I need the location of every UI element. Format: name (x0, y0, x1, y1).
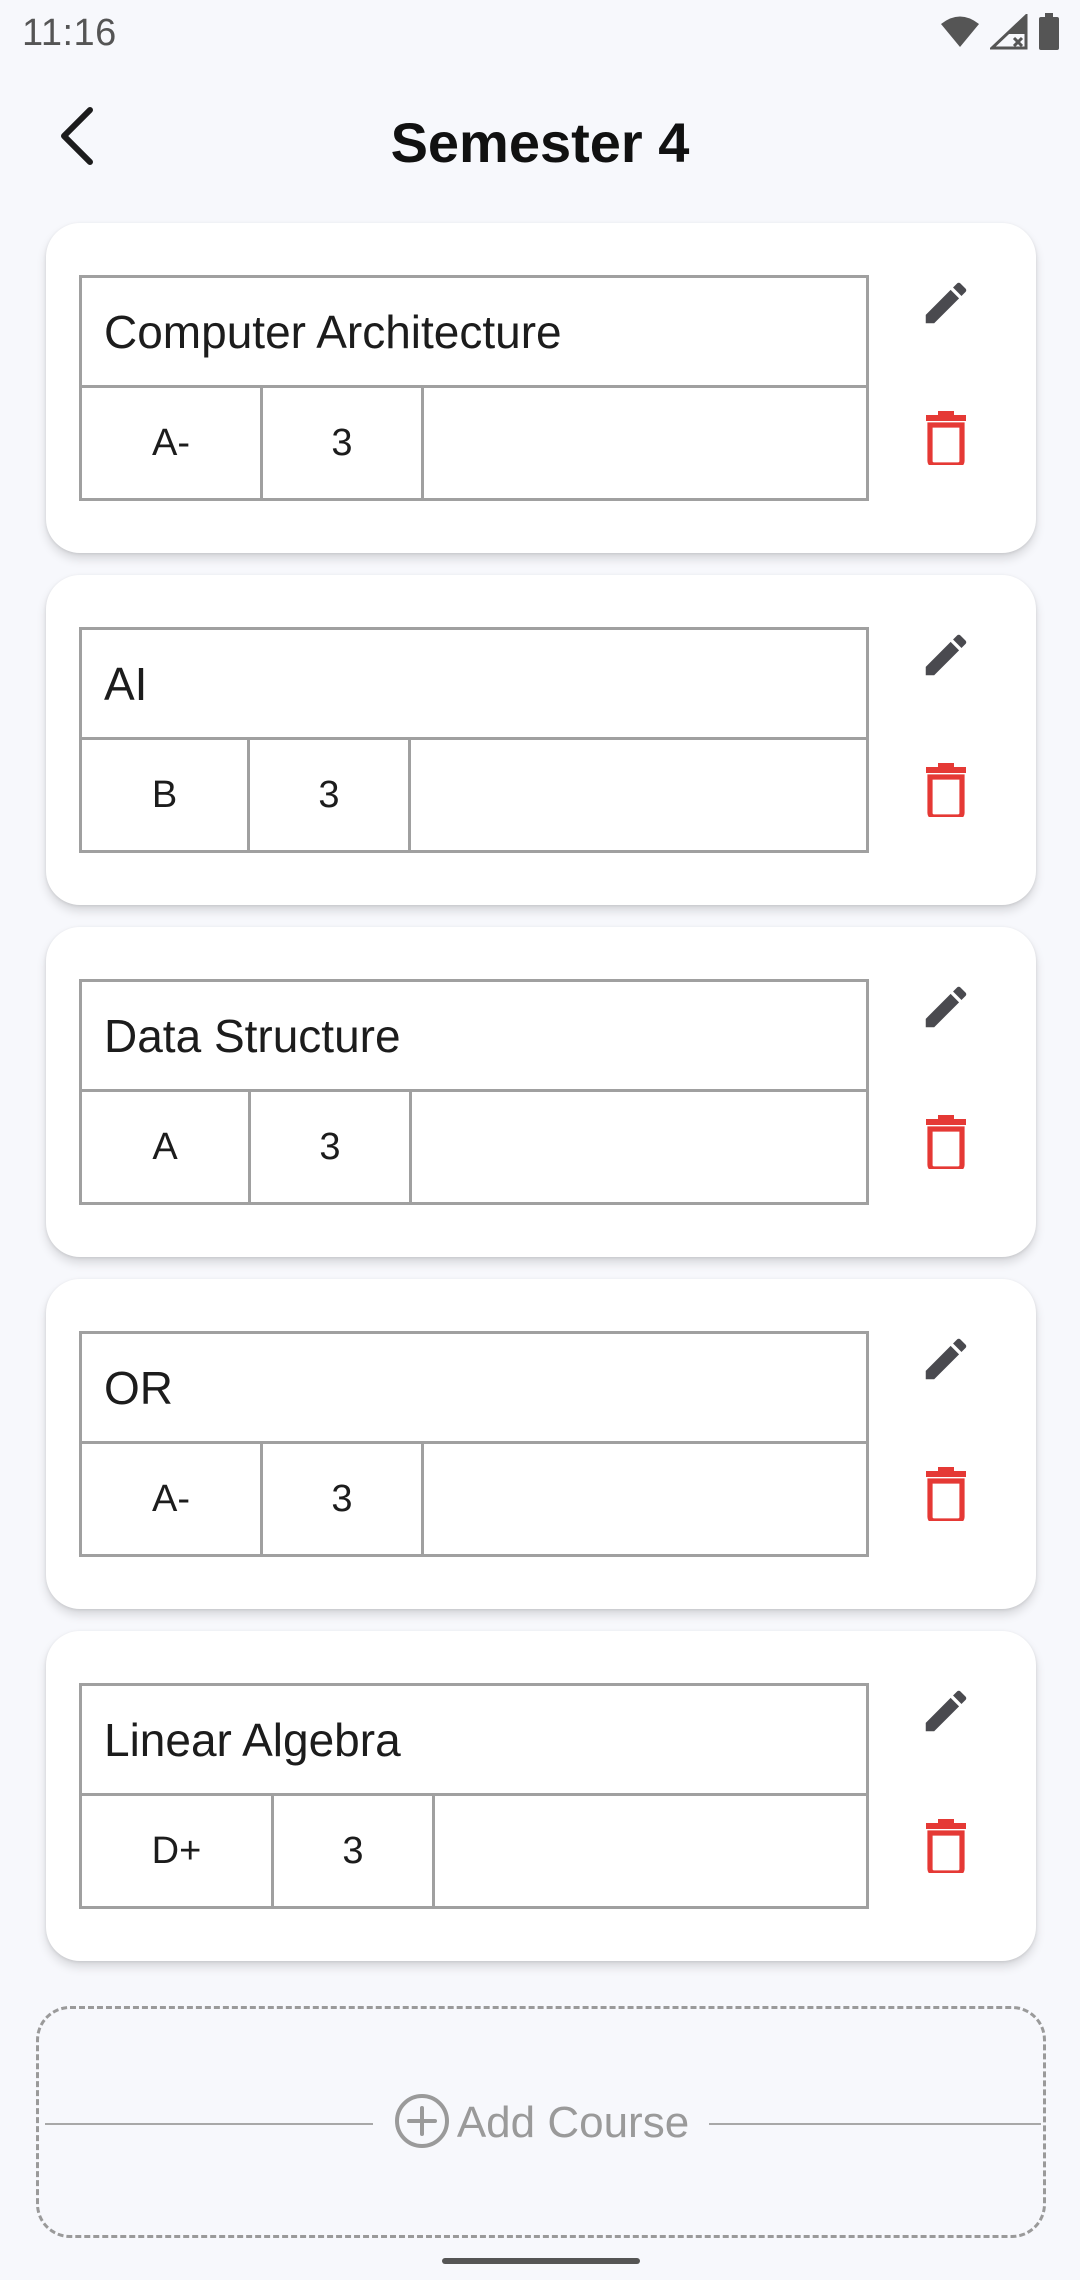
course-grade: A (82, 1092, 251, 1202)
pencil-icon (919, 1684, 973, 1743)
course-card: OR A- 3 (46, 1279, 1036, 1609)
cellular-signal-icon (988, 12, 1028, 55)
course-card: Linear Algebra D+ 3 (46, 1631, 1036, 1961)
course-name: Linear Algebra (82, 1686, 866, 1796)
course-note (424, 1444, 866, 1554)
trash-icon (922, 409, 970, 470)
pencil-icon (919, 628, 973, 687)
course-card: Computer Architecture A- 3 (46, 223, 1036, 553)
course-card: AI B 3 (46, 575, 1036, 905)
status-bar: 11:16 (0, 0, 1080, 66)
battery-icon (1038, 12, 1060, 56)
pencil-icon (919, 980, 973, 1039)
course-credits: 3 (250, 740, 411, 850)
delete-course-button[interactable] (906, 1455, 986, 1535)
delete-course-button[interactable] (906, 1103, 986, 1183)
add-course-button[interactable]: Add Course (36, 2006, 1046, 2238)
course-name: Data Structure (82, 982, 866, 1092)
trash-icon (922, 1113, 970, 1174)
course-grade: A- (82, 388, 263, 498)
course-credits: 3 (251, 1092, 412, 1202)
course-credits: 3 (263, 1444, 424, 1554)
course-details-row: B 3 (82, 740, 866, 850)
course-card: Data Structure A 3 (46, 927, 1036, 1257)
pencil-icon (919, 276, 973, 335)
course-credits: 3 (263, 388, 424, 498)
course-name: OR (82, 1334, 866, 1444)
delete-course-button[interactable] (906, 751, 986, 831)
delete-course-button[interactable] (906, 399, 986, 479)
edit-course-button[interactable] (906, 1321, 986, 1401)
course-details-row: A 3 (82, 1092, 866, 1202)
app-bar: Semester 4 (0, 80, 1080, 205)
edit-course-button[interactable] (906, 1673, 986, 1753)
course-credits: 3 (274, 1796, 435, 1906)
add-course-content: Add Course (39, 2091, 1043, 2155)
add-course-label-wrap: Add Course (372, 2091, 710, 2155)
edit-course-button[interactable] (906, 969, 986, 1049)
edit-course-button[interactable] (906, 265, 986, 345)
edit-course-button[interactable] (906, 617, 986, 697)
page-title: Semester 4 (390, 111, 690, 174)
course-note (435, 1796, 866, 1906)
plus-circle-icon (393, 2092, 451, 2155)
wifi-icon (940, 15, 980, 54)
course-table: AI B 3 (79, 627, 869, 853)
course-name: AI (82, 630, 866, 740)
status-icons (940, 12, 1060, 56)
course-grade: A- (82, 1444, 263, 1554)
course-table: Linear Algebra D+ 3 (79, 1683, 869, 1909)
course-details-row: A- 3 (82, 388, 866, 498)
status-time: 11:16 (22, 12, 117, 54)
course-note (412, 1092, 866, 1202)
course-grade: D+ (82, 1796, 274, 1906)
course-details-row: A- 3 (82, 1444, 866, 1554)
course-grade: B (82, 740, 250, 850)
course-note (424, 388, 866, 498)
add-course-label: Add Course (456, 2098, 690, 2147)
course-table: Data Structure A 3 (79, 979, 869, 1205)
course-name: Computer Architecture (82, 278, 866, 388)
trash-icon (922, 761, 970, 822)
pencil-icon (919, 1332, 973, 1391)
home-indicator[interactable] (442, 2258, 640, 2264)
trash-icon (922, 1817, 970, 1878)
course-table: OR A- 3 (79, 1331, 869, 1557)
course-table: Computer Architecture A- 3 (79, 275, 869, 501)
delete-course-button[interactable] (906, 1807, 986, 1887)
course-note (411, 740, 866, 850)
trash-icon (922, 1465, 970, 1526)
course-details-row: D+ 3 (82, 1796, 866, 1906)
